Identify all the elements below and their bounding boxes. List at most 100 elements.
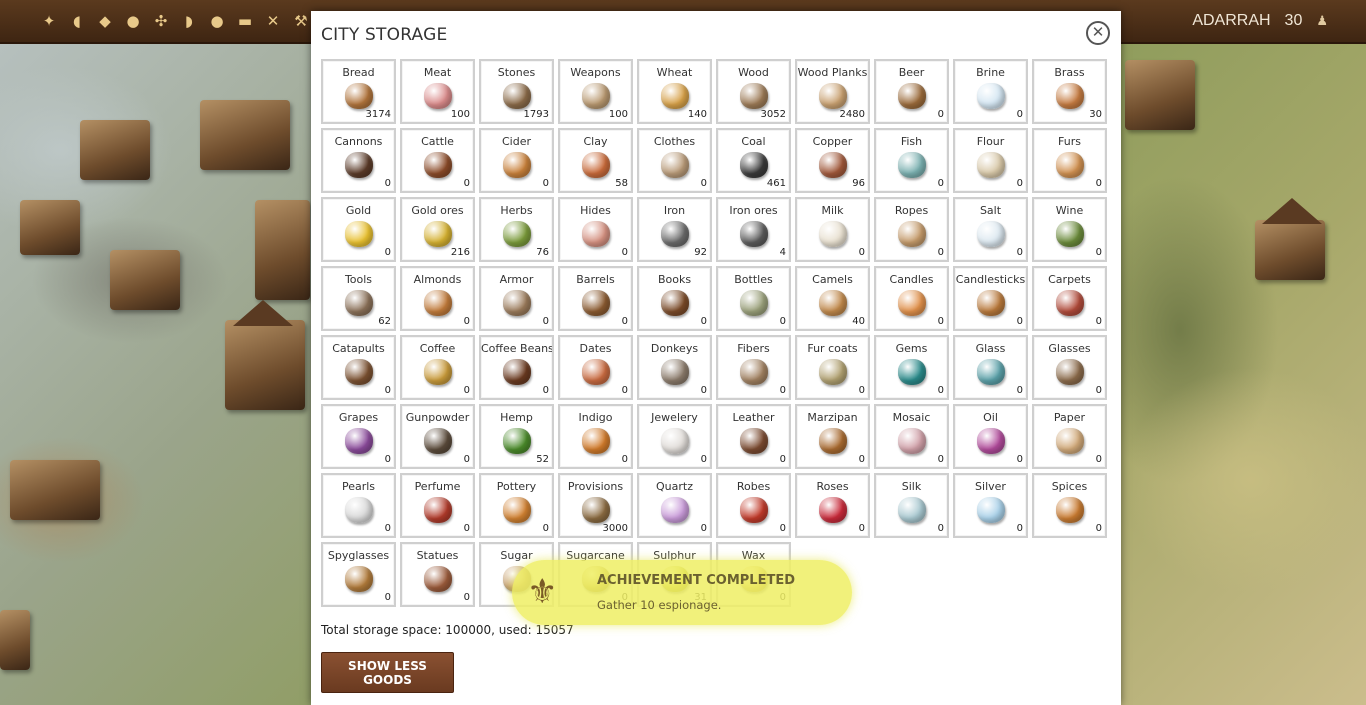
good-indigo[interactable]: Indigo 0 [558,404,633,469]
good-spyglasses[interactable]: Spyglasses 0 [321,542,396,607]
close-button[interactable]: ✕ [1086,21,1110,45]
map-building[interactable] [1255,220,1325,280]
good-glasses[interactable]: Glasses 0 [1032,335,1107,400]
good-donkeys[interactable]: Donkeys 0 [637,335,712,400]
good-leather[interactable]: Leather 0 [716,404,791,469]
good-weapons[interactable]: Weapons 100 [558,59,633,124]
good-catapults[interactable]: Catapults 0 [321,335,396,400]
map-building[interactable] [225,320,305,410]
player-info[interactable]: ADARRAH 30 ♟ [1192,12,1328,30]
good-clay[interactable]: Clay 58 [558,128,633,193]
map-building[interactable] [1125,60,1195,130]
good-amount: 100 [608,109,628,120]
good-copper[interactable]: Copper 96 [795,128,870,193]
good-jewelery[interactable]: Jewelery 0 [637,404,712,469]
map-building[interactable] [0,610,30,670]
map-building[interactable] [110,250,180,310]
weapons-icon[interactable]: ✕ [262,10,284,32]
meat-icon[interactable]: ◖ [66,10,88,32]
achievement-toast[interactable]: ⚜ ACHIEVEMENT COMPLETED Gather 10 espion… [512,560,852,625]
good-gold-ores[interactable]: Gold ores 216 [400,197,475,262]
good-statues[interactable]: Statues 0 [400,542,475,607]
good-name: Iron ores [729,204,778,217]
show-less-goods-button[interactable]: SHOW LESS GOODS [321,652,454,693]
good-dates[interactable]: Dates 0 [558,335,633,400]
good-glass[interactable]: Glass 0 [953,335,1028,400]
cattle-icon[interactable]: ● [122,10,144,32]
good-hides[interactable]: Hides 0 [558,197,633,262]
good-iron[interactable]: Iron 92 [637,197,712,262]
good-camels[interactable]: Camels 40 [795,266,870,331]
hammer-icon[interactable]: ⚒ [290,10,312,32]
good-candles[interactable]: Candles 0 [874,266,949,331]
good-books[interactable]: Books 0 [637,266,712,331]
map-building[interactable] [255,200,310,300]
gold-ore-icon[interactable]: ✦ [38,10,60,32]
good-grapes[interactable]: Grapes 0 [321,404,396,469]
good-herbs[interactable]: Herbs 76 [479,197,554,262]
good-cattle[interactable]: Cattle 0 [400,128,475,193]
good-bottles[interactable]: Bottles 0 [716,266,791,331]
good-perfume[interactable]: Perfume 0 [400,473,475,538]
good-bread[interactable]: Bread 3174 [321,59,396,124]
good-fibers[interactable]: Fibers 0 [716,335,791,400]
good-wood-planks[interactable]: Wood Planks 2480 [795,59,870,124]
good-pottery[interactable]: Pottery 0 [479,473,554,538]
good-robes[interactable]: Robes 0 [716,473,791,538]
good-wheat[interactable]: Wheat 140 [637,59,712,124]
good-fur-coats[interactable]: Fur coats 0 [795,335,870,400]
good-oil[interactable]: Oil 0 [953,404,1028,469]
good-almonds[interactable]: Almonds 0 [400,266,475,331]
good-quartz[interactable]: Quartz 0 [637,473,712,538]
good-wood[interactable]: Wood 3052 [716,59,791,124]
good-brass[interactable]: Brass 30 [1032,59,1107,124]
wood-planks-icon[interactable]: ▬ [234,10,256,32]
good-gold[interactable]: Gold 0 [321,197,396,262]
good-marzipan[interactable]: Marzipan 0 [795,404,870,469]
good-gems[interactable]: Gems 0 [874,335,949,400]
good-paper[interactable]: Paper 0 [1032,404,1107,469]
good-coffee[interactable]: Coffee 0 [400,335,475,400]
map-building[interactable] [200,100,290,170]
map-building[interactable] [80,120,150,180]
good-pearls[interactable]: Pearls 0 [321,473,396,538]
good-gunpowder[interactable]: Gunpowder 0 [400,404,475,469]
good-cider[interactable]: Cider 0 [479,128,554,193]
good-flour[interactable]: Flour 0 [953,128,1028,193]
good-meat[interactable]: Meat 100 [400,59,475,124]
good-carpets[interactable]: Carpets 0 [1032,266,1107,331]
good-brine[interactable]: Brine 0 [953,59,1028,124]
peasant-icon[interactable]: ♟ [1316,13,1328,29]
good-hemp[interactable]: Hemp 52 [479,404,554,469]
good-spices[interactable]: Spices 0 [1032,473,1107,538]
good-cannons[interactable]: Cannons 0 [321,128,396,193]
good-iron-ores[interactable]: Iron ores 4 [716,197,791,262]
almonds-icon[interactable]: ◗ [178,10,200,32]
good-coal[interactable]: Coal 461 [716,128,791,193]
dates-icon[interactable]: ● [206,10,228,32]
good-armor[interactable]: Armor 0 [479,266,554,331]
good-silver[interactable]: Silver 0 [953,473,1028,538]
good-milk[interactable]: Milk 0 [795,197,870,262]
good-roses[interactable]: Roses 0 [795,473,870,538]
good-provisions[interactable]: Provisions 3000 [558,473,633,538]
stones-icon[interactable]: ◆ [94,10,116,32]
good-coffee-beans[interactable]: Coffee Beans 0 [479,335,554,400]
fish-icon [897,152,926,178]
map-building[interactable] [10,460,100,520]
good-silk[interactable]: Silk 0 [874,473,949,538]
good-barrels[interactable]: Barrels 0 [558,266,633,331]
tools-icon[interactable]: ✣ [150,10,172,32]
good-tools[interactable]: Tools 62 [321,266,396,331]
good-furs[interactable]: Furs 0 [1032,128,1107,193]
map-building[interactable] [20,200,80,255]
good-salt[interactable]: Salt 0 [953,197,1028,262]
good-beer[interactable]: Beer 0 [874,59,949,124]
good-clothes[interactable]: Clothes 0 [637,128,712,193]
good-wine[interactable]: Wine 0 [1032,197,1107,262]
good-mosaic[interactable]: Mosaic 0 [874,404,949,469]
good-fish[interactable]: Fish 0 [874,128,949,193]
good-ropes[interactable]: Ropes 0 [874,197,949,262]
good-candlesticks[interactable]: Candlesticks 0 [953,266,1028,331]
good-stones[interactable]: Stones 1793 [479,59,554,124]
